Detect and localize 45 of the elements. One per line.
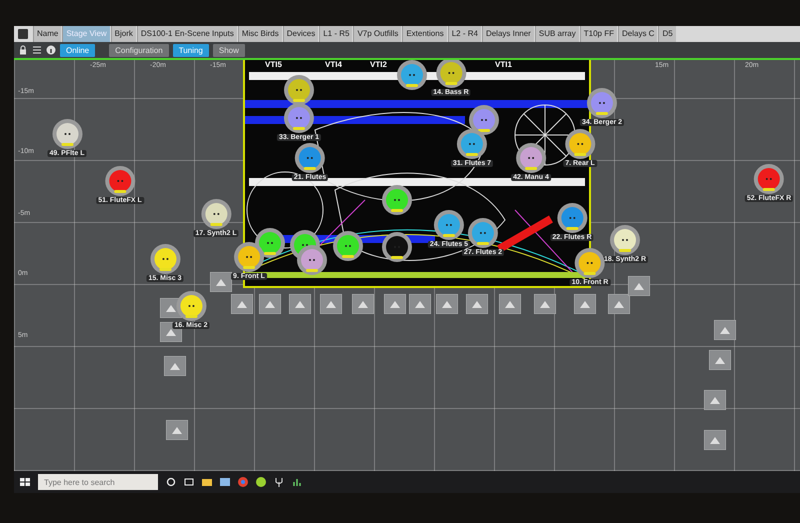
mode-button[interactable]: Configuration <box>109 44 169 56</box>
view-tab[interactable]: T10p FF <box>580 26 617 42</box>
search-field[interactable]: Type here to search <box>38 474 158 490</box>
channel-node[interactable] <box>587 88 617 118</box>
view-tab[interactable]: L1 - R5 <box>319 26 352 42</box>
stage-label: VTI2 <box>370 60 387 69</box>
stage-label: VTI1 <box>495 60 512 69</box>
view-tab[interactable]: Delays C <box>618 26 658 42</box>
speaker-icon[interactable] <box>160 322 182 342</box>
view-tab[interactable]: D5 <box>658 26 676 42</box>
channel-node[interactable] <box>150 244 180 274</box>
view-tab[interactable]: Bjork <box>110 26 136 42</box>
task-view-icon[interactable] <box>184 477 194 487</box>
channel-node[interactable] <box>105 166 135 196</box>
channel-node[interactable] <box>201 199 231 229</box>
view-tab[interactable]: SUB array <box>534 26 579 42</box>
view-tab[interactable]: V7p Outfills <box>353 26 402 42</box>
info-icon[interactable] <box>46 45 56 55</box>
lock-icon[interactable] <box>18 45 28 55</box>
channel-node[interactable] <box>754 164 784 194</box>
stage-label: VTI5 <box>265 60 282 69</box>
view-tab[interactable]: DS100-1 En-Scene Inputs <box>136 26 237 42</box>
channel-node[interactable] <box>575 248 605 278</box>
view-tab[interactable]: Extentions <box>402 26 447 42</box>
view-tab[interactable]: Delays Inner <box>482 26 534 42</box>
channel-node[interactable] <box>52 119 82 149</box>
app-icon <box>18 29 28 39</box>
circle-icon[interactable] <box>166 477 176 487</box>
window-icon[interactable] <box>220 477 230 487</box>
chart-icon[interactable] <box>292 477 302 487</box>
fork-icon[interactable] <box>274 477 284 487</box>
channel-node[interactable] <box>610 225 640 255</box>
ball-icon[interactable] <box>256 477 266 487</box>
folder-icon[interactable] <box>202 477 212 487</box>
browser-icon[interactable] <box>238 477 248 487</box>
channel-node[interactable] <box>234 242 264 272</box>
menu-icon[interactable] <box>32 45 42 55</box>
mode-button[interactable]: Show <box>212 44 245 56</box>
windows-start-icon[interactable] <box>20 477 30 487</box>
view-tab[interactable]: Misc Birds <box>238 26 282 42</box>
stage-label: VTI4 <box>325 60 342 69</box>
view-tab[interactable]: Name <box>33 26 62 42</box>
channel-node[interactable] <box>176 291 206 321</box>
view-tab[interactable]: Devices <box>282 26 318 42</box>
view-tab[interactable]: L2 - R4 <box>448 26 481 42</box>
